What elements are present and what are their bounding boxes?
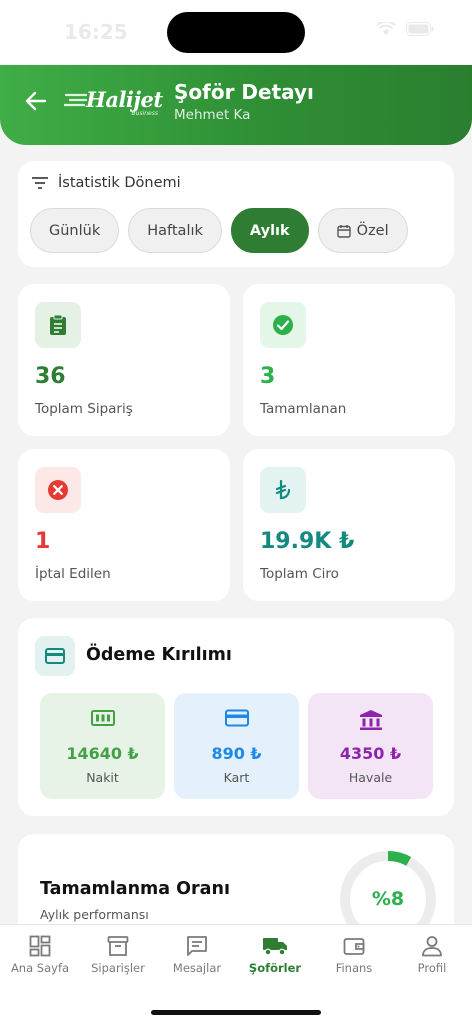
payment-breakdown-card: Ödeme Kırılımı 14640 ₺ Nakit 890 ₺ Kart	[18, 618, 454, 816]
archive-icon	[107, 936, 129, 956]
logo-text: Halijet	[86, 87, 163, 112]
payment-label: Kart	[223, 770, 250, 785]
speed-lines-icon	[64, 93, 88, 107]
period-chips: Günlük Haftalık Aylık Özel	[30, 208, 408, 253]
payment-value: 4350 ₺	[339, 744, 402, 763]
period-selector-card: İstatistik Dönemi Günlük Haftalık Aylık …	[18, 161, 454, 267]
stat-value: 1	[35, 529, 51, 554]
bank-icon	[359, 709, 383, 735]
home-indicator	[151, 1010, 321, 1015]
tab-label: Siparişler	[91, 961, 145, 975]
tab-messages[interactable]: Mesajlar	[158, 935, 236, 975]
tab-label: Ana Sayfa	[10, 961, 70, 975]
period-heading: İstatistik Dönemi	[32, 175, 181, 191]
status-icons	[376, 22, 434, 36]
payment-value: 14640 ₺	[66, 744, 139, 763]
stat-value: 19.9K ₺	[260, 529, 355, 554]
stat-value: 36	[35, 364, 66, 389]
completion-subtitle: Aylık performansı	[40, 907, 149, 922]
stat-card-total-orders: 36 Toplam Sipariş	[18, 284, 230, 436]
stat-label: Toplam Ciro	[260, 566, 339, 582]
tab-orders[interactable]: Siparişler	[79, 935, 157, 975]
chip-label: Özel	[356, 222, 389, 239]
bottom-tab-bar: Ana Sayfa Siparişler Mesajlar Şoförler F…	[0, 924, 472, 1024]
period-chip-monthly[interactable]: Aylık	[230, 208, 309, 253]
filter-icon	[32, 177, 48, 189]
payment-label: Nakit	[86, 770, 119, 785]
dashboard-icon	[29, 935, 51, 957]
payment-tile-transfer: 4350 ₺ Havale	[308, 693, 433, 799]
check-circle-icon	[260, 302, 306, 348]
wallet-icon	[343, 938, 365, 955]
page-title: Şoför Detayı	[174, 80, 314, 104]
payment-tile-cash: 14640 ₺ Nakit	[40, 693, 165, 799]
person-icon	[422, 936, 442, 957]
message-icon	[187, 936, 207, 956]
clipboard-icon	[35, 302, 81, 348]
calendar-icon	[336, 224, 351, 238]
cash-icon	[90, 709, 115, 731]
tab-drivers[interactable]: Şoförler	[236, 935, 314, 975]
logo-subtext: Business	[131, 110, 158, 117]
truck-icon	[263, 938, 287, 956]
chip-label: Haftalık	[147, 222, 203, 239]
stat-value: 3	[260, 364, 276, 389]
payment-value: 890 ₺	[211, 744, 262, 763]
payment-title: Ödeme Kırılımı	[86, 645, 232, 665]
tab-finance[interactable]: Finans	[315, 935, 393, 975]
halijet-logo: Halijet Business	[64, 87, 164, 119]
status-time: 16:25	[64, 20, 128, 44]
app-header: Halijet Business Şoför Detayı Mehmet Ka	[0, 65, 472, 145]
stat-card-completed: 3 Tamamlanan	[243, 284, 455, 436]
lira-icon	[260, 467, 306, 513]
period-chip-daily[interactable]: Günlük	[30, 208, 120, 253]
tab-label: Şoförler	[248, 961, 302, 975]
credit-card-icon	[224, 709, 249, 731]
stat-card-revenue: 19.9K ₺ Toplam Ciro	[243, 449, 455, 601]
cancel-circle-icon	[35, 467, 81, 513]
wifi-icon	[376, 22, 396, 35]
period-chip-custom[interactable]: Özel	[317, 208, 408, 253]
tab-label: Mesajlar	[172, 961, 222, 975]
dynamic-island	[167, 12, 305, 53]
chip-label: Aylık	[249, 222, 290, 239]
tab-home[interactable]: Ana Sayfa	[1, 935, 79, 975]
stat-label: İptal Edilen	[35, 566, 111, 582]
stat-label: Toplam Sipariş	[35, 401, 133, 417]
tab-label: Finans	[335, 961, 373, 975]
chip-label: Günlük	[49, 222, 101, 239]
back-button[interactable]	[20, 85, 52, 117]
completion-title: Tamamlanma Oranı	[40, 879, 230, 899]
stat-label: Tamamlanan	[260, 401, 347, 417]
driver-name: Mehmet Ka	[174, 107, 251, 123]
payment-tile-card: 890 ₺ Kart	[174, 693, 299, 799]
tab-label: Profil	[417, 961, 447, 975]
credit-card-icon	[35, 636, 75, 676]
arrow-left-icon	[25, 91, 47, 111]
period-chip-weekly[interactable]: Haftalık	[128, 208, 222, 253]
payment-label: Havale	[348, 770, 393, 785]
stat-card-cancelled: 1 İptal Edilen	[18, 449, 230, 601]
period-heading-label: İstatistik Dönemi	[58, 175, 181, 191]
tab-profile[interactable]: Profil	[393, 935, 471, 975]
battery-icon	[406, 22, 434, 36]
